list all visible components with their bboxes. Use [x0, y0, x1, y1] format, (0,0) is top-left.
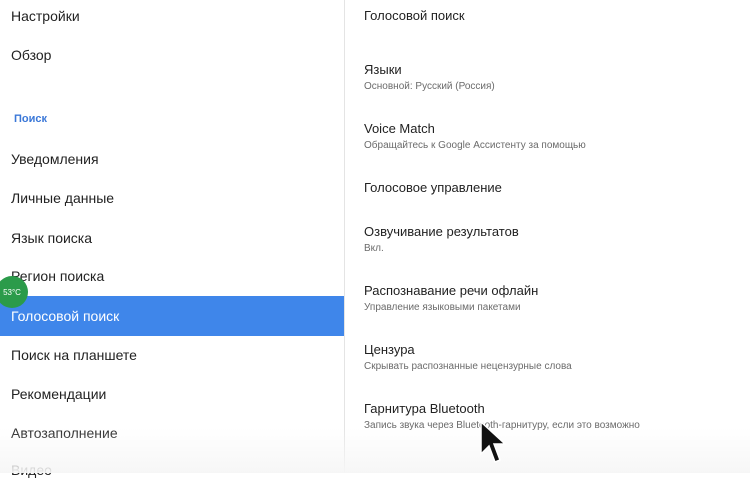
setting-voice-control[interactable]: Голосовое управление [345, 179, 750, 196]
setting-title: Гарнитура Bluetooth [364, 401, 485, 416]
section-header-search: Поиск [14, 113, 48, 125]
sidebar-item-label: Голосовой поиск [11, 308, 120, 324]
sidebar-item-search-language[interactable]: Язык поиска [0, 218, 344, 258]
sidebar-item-personal-data[interactable]: Личные данные [0, 178, 344, 218]
setting-title: Языки [364, 62, 402, 77]
setting-censorship[interactable]: Цензура Скрывать распознанные нецензурны… [345, 341, 750, 374]
setting-speech-output[interactable]: Озвучивание результатов Вкл. [345, 223, 750, 256]
setting-title: Цензура [364, 342, 415, 357]
setting-title: Озвучивание результатов [364, 224, 519, 239]
mouse-pointer-icon [480, 420, 507, 463]
setting-title: Распознавание речи офлайн [364, 283, 539, 298]
sidebar-item-label: Язык поиска [11, 230, 93, 246]
sidebar-item-label: Видео [11, 462, 52, 478]
setting-voice-match[interactable]: Voice Match Обращайтесь к Google Ассисте… [345, 120, 750, 153]
setting-subtitle: Скрывать распознанные нецензурные слова [364, 361, 572, 372]
sidebar-item-label: Рекомендации [11, 386, 107, 402]
setting-subtitle: Управление языковыми пакетами [364, 302, 521, 313]
sidebar: Настройки Обзор Поиск Уведомления Личные… [0, 0, 344, 478]
sidebar-item-label: Уведомления [11, 151, 99, 167]
sidebar-item-overview[interactable]: Обзор [0, 35, 344, 75]
setting-bluetooth-headset[interactable]: Гарнитура Bluetooth Запись звука через B… [345, 400, 750, 433]
sidebar-item-recommendations[interactable]: Рекомендации [0, 374, 344, 414]
sidebar-item-tablet-search[interactable]: Поиск на планшете [0, 335, 344, 375]
setting-title: Голосовое управление [364, 180, 502, 195]
sidebar-item-label: Автозаполнение [11, 425, 118, 441]
sidebar-item-label: Обзор [11, 47, 52, 63]
setting-subtitle: Запись звука через Bluetooth-гарнитуру, … [364, 420, 640, 431]
sidebar-item-autocomplete[interactable]: Автозаполнение [0, 413, 344, 453]
sidebar-item-label: Настройки [11, 8, 80, 24]
sidebar-item-label: Личные данные [11, 190, 115, 206]
sidebar-item-voice-search[interactable]: Голосовой поиск [0, 296, 344, 336]
sidebar-item-search-region[interactable]: Регион поиска [0, 256, 344, 296]
setting-subtitle: Обращайтесь к Google Ассистенту за помощ… [364, 140, 586, 151]
setting-subtitle: Основной: Русский (Россия) [364, 81, 495, 92]
sidebar-item-label: Регион поиска [11, 268, 105, 284]
setting-subtitle: Вкл. [364, 243, 384, 254]
sidebar-item-label: Поиск на планшете [11, 347, 137, 363]
content-panel: Голосовой поиск Языки Основной: Русский … [345, 0, 750, 473]
setting-offline-recognition[interactable]: Распознавание речи офлайн Управление язы… [345, 282, 750, 315]
page-title: Голосовой поиск [364, 8, 465, 23]
sidebar-item-settings[interactable]: Настройки [0, 0, 344, 36]
sidebar-item-notifications[interactable]: Уведомления [0, 139, 344, 179]
sidebar-item-video[interactable]: Видео [0, 450, 344, 490]
setting-title: Voice Match [364, 121, 435, 136]
setting-languages[interactable]: Языки Основной: Русский (Россия) [345, 61, 750, 94]
